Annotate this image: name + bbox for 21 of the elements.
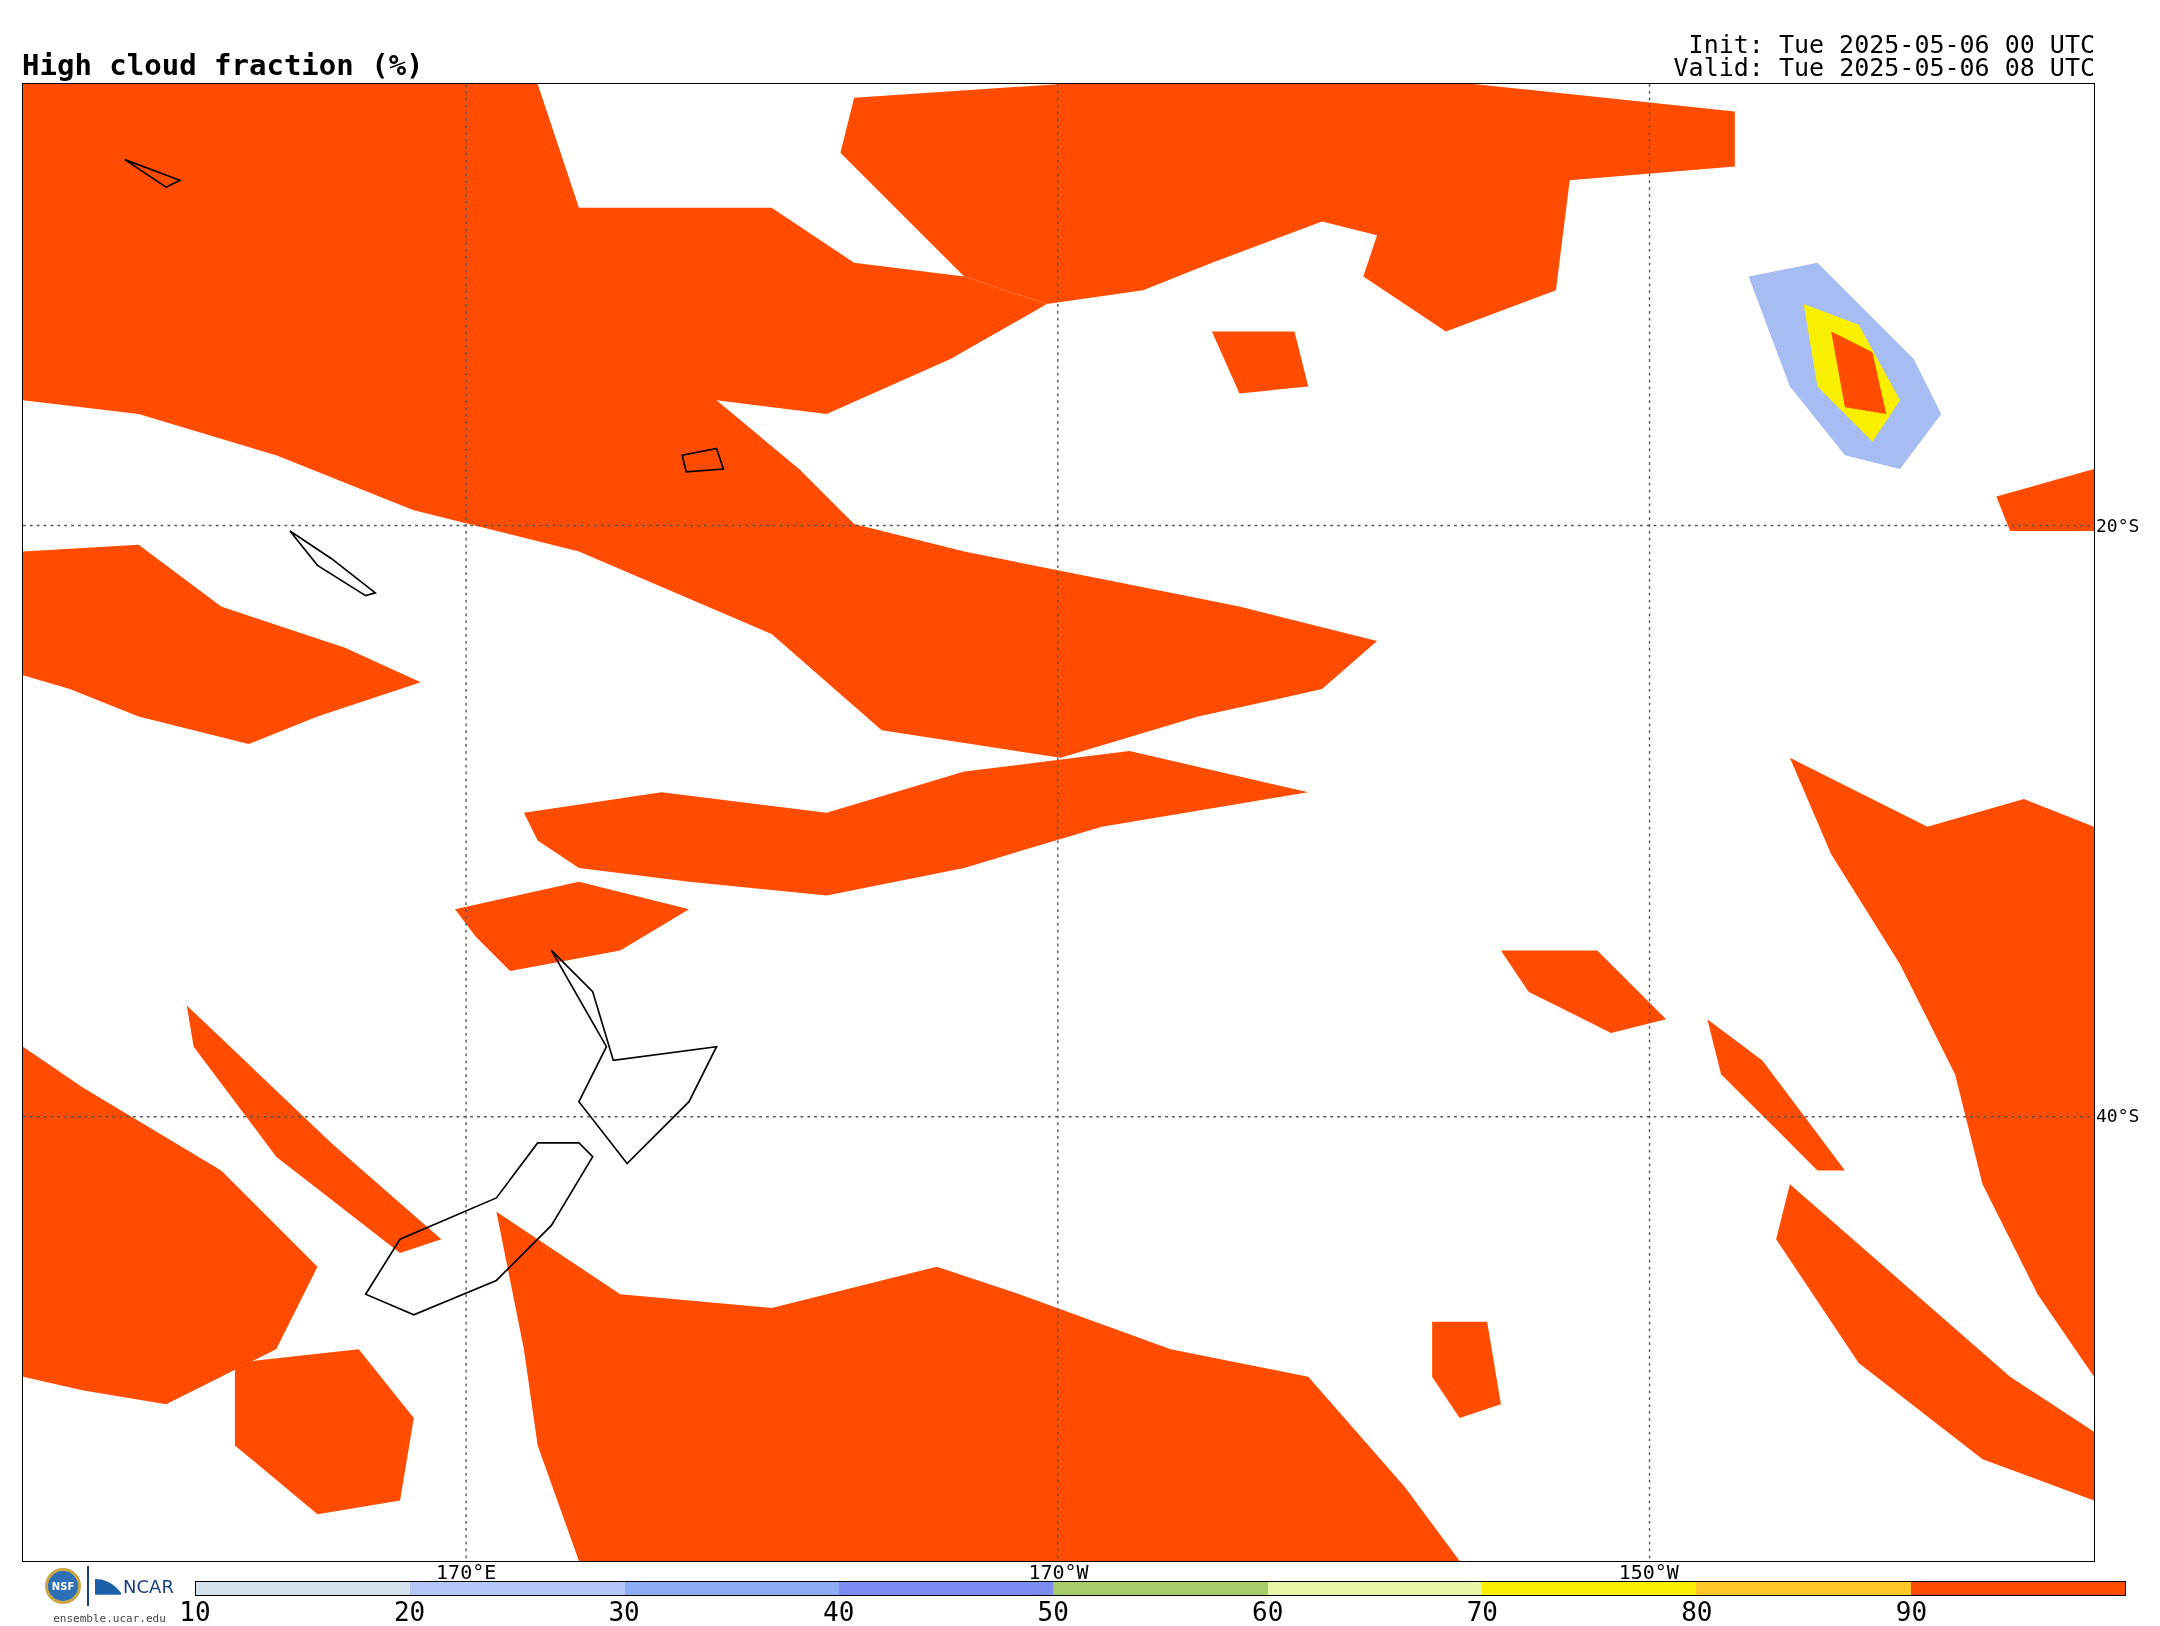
colorbar-tick-label: 20 <box>393 1599 426 1625</box>
longitude-label: 170°W <box>1028 1561 1089 1583</box>
valid-time: Valid: Tue 2025-05-06 08 UTC <box>1673 56 2095 80</box>
colorbar-tick-label: 40 <box>823 1599 855 1625</box>
longitude-label: 170°E <box>436 1561 497 1583</box>
latitude-label: 20°S <box>2096 516 2140 535</box>
colorbar-tick-label: 30 <box>608 1599 640 1625</box>
swoosh-icon <box>95 1577 122 1595</box>
colorbar-tick-label: 60 <box>1252 1599 1284 1625</box>
nsf-logo: NSF <box>45 1568 82 1604</box>
init-time: Init: Tue 2025-05-06 00 UTC <box>1688 32 2095 57</box>
colorbar-tick-label: 70 <box>1466 1599 1498 1625</box>
colorbar-tick-label: 90 <box>1895 1599 1928 1625</box>
chart-title: High cloud fraction (%) <box>22 51 424 80</box>
colorbar-tick-label: 80 <box>1681 1599 1713 1625</box>
ncar-logo: NCAR <box>123 1575 174 1597</box>
colorbar-tick-label: 50 <box>1037 1599 1069 1625</box>
website-url: ensemble.ucar.edu <box>53 1612 166 1625</box>
colorbar-tick-label: 10 <box>179 1599 211 1625</box>
longitude-label: 150°W <box>1618 1561 1679 1583</box>
latitude-label: 40°S <box>2096 1107 2140 1126</box>
